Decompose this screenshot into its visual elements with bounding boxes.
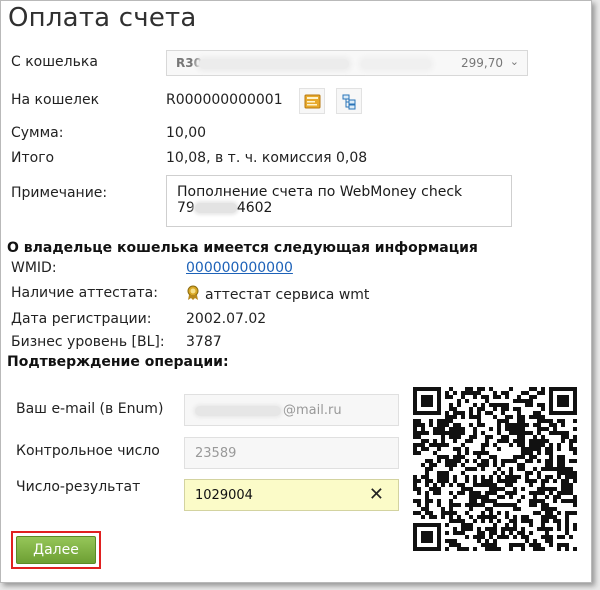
next-button-highlight: Далее (11, 531, 101, 569)
business-level-label: Бизнес уровень [BL]: (11, 334, 165, 350)
note-line-2-prefix: 79 (177, 200, 195, 216)
page-title: Оплата счета (8, 3, 197, 33)
result-number-input[interactable]: 1029004 ✕ (184, 479, 399, 511)
control-number-value: 23589 (195, 446, 237, 461)
certificate-seal-icon (186, 285, 200, 305)
control-number-field: 23589 (184, 437, 399, 469)
email-domain: @mail.ru (283, 403, 342, 418)
clear-x-icon[interactable]: ✕ (369, 484, 384, 505)
redacted-wallet-number (199, 59, 349, 69)
tree-icon[interactable] (336, 88, 362, 114)
note-line-2: 79 4602 (177, 200, 501, 216)
control-number-label: Контрольное число (16, 443, 160, 459)
amount-label: Сумма: (11, 125, 64, 141)
amount-value: 10,00 (166, 125, 207, 141)
email-field: @mail.ru (184, 394, 399, 426)
certificate-value-wrap: аттестат сервиса wmt (186, 285, 369, 305)
email-label: Ваш e-mail (в Enum) (16, 401, 164, 417)
qr-code (413, 387, 577, 551)
payment-panel: Оплата счета С кошелька R30 299,70 ⌄ На … (0, 0, 592, 583)
total-value: 10,08, в т. ч. комиссия 0,08 (166, 150, 368, 166)
result-number-label: Число-результат (16, 479, 141, 495)
note-line-2-suffix: 4602 (236, 200, 273, 216)
from-wallet-label: С кошелька (11, 54, 98, 70)
business-level-value: 3787 (186, 334, 222, 350)
owner-info-heading: О владельце кошелька имеется следующая и… (7, 240, 478, 256)
confirm-heading: Подтверждение операции: (7, 354, 229, 370)
note-line-1: Пополнение счета по WebMoney check (177, 184, 463, 200)
to-wallet-label: На кошелек (11, 92, 100, 108)
redacted-number (194, 203, 237, 213)
note-label: Примечание: (11, 185, 108, 201)
registration-label: Дата регистрации: (11, 311, 152, 327)
wmid-link[interactable]: 000000000000 (186, 260, 293, 276)
redacted-wallet-name (361, 59, 431, 69)
registration-value: 2002.07.02 (186, 311, 267, 327)
chevron-down-icon: ⌄ (509, 55, 519, 68)
redacted-email (195, 406, 281, 416)
from-wallet-select[interactable]: R30 299,70 ⌄ (166, 50, 528, 76)
from-wallet-balance: 299,70 (461, 56, 503, 70)
to-wallet-value: R000000000001 (166, 92, 283, 108)
address-book-icon[interactable] (299, 88, 325, 114)
note-box: Пополнение счета по WebMoney check 79 460… (166, 175, 512, 227)
certificate-value: аттестат сервиса wmt (205, 287, 370, 303)
next-button[interactable]: Далее (16, 536, 96, 564)
result-number-value: 1029004 (195, 488, 253, 503)
certificate-label: Наличие аттестата: (11, 285, 158, 301)
total-label: Итого (11, 150, 55, 166)
wmid-label: WMID: (11, 260, 57, 276)
